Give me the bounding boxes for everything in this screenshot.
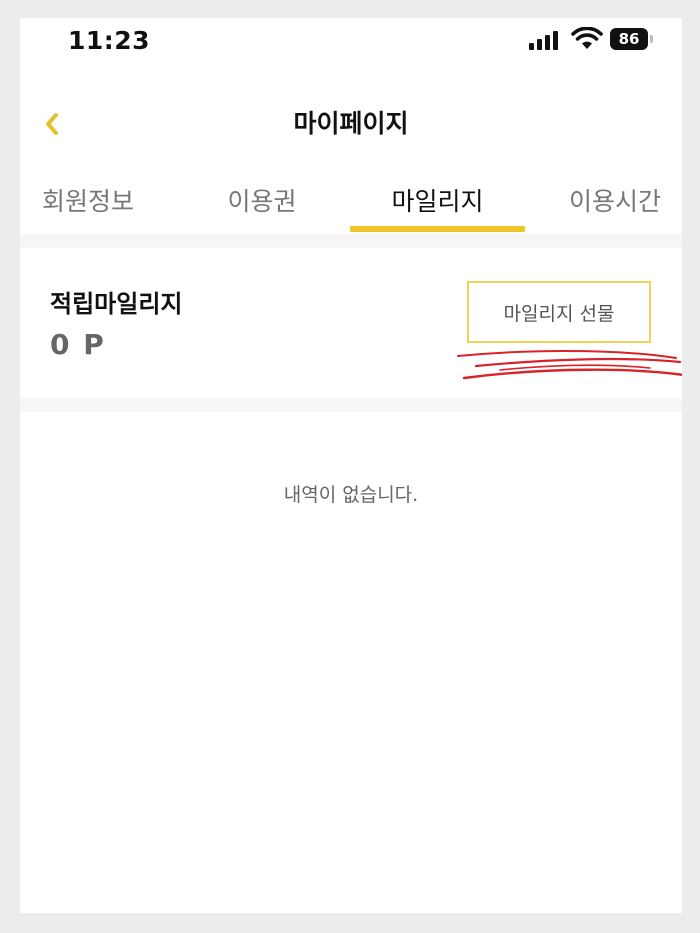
- tab-bar: 회원정보 이용권 마일리지 이용시간: [20, 170, 682, 234]
- tab-member-info[interactable]: 회원정보: [20, 170, 156, 234]
- header: 마이페이지: [20, 98, 682, 148]
- annotation-scribble: [457, 350, 682, 380]
- status-bar: 11:23 86: [20, 18, 682, 68]
- section-divider-2: [20, 398, 682, 412]
- mileage-gift-button[interactable]: 마일리지 선물: [467, 281, 651, 343]
- battery-cap: [650, 35, 653, 43]
- tab-usage-time[interactable]: 이용시간: [548, 170, 682, 234]
- active-tab-indicator: [350, 226, 525, 232]
- wifi-icon: [571, 27, 603, 49]
- mileage-value: 0 P: [50, 328, 106, 361]
- signal-icon: [529, 31, 558, 50]
- tab-mileage[interactable]: 마일리지: [350, 170, 525, 234]
- page-title: 마이페이지: [293, 109, 409, 138]
- mileage-label: 적립마일리지: [50, 290, 183, 318]
- battery-icon: 86: [610, 28, 654, 50]
- tab-pass[interactable]: 이용권: [192, 170, 332, 234]
- phone-screen: 11:23 86 마이페이지 회원정보 이용권 마일리지 이용시간 적립마일리지…: [20, 18, 682, 913]
- battery-level: 86: [610, 28, 648, 50]
- empty-history-message: 내역이 없습니다.: [283, 484, 419, 506]
- status-time: 11:23: [68, 26, 151, 55]
- section-divider: [20, 234, 682, 248]
